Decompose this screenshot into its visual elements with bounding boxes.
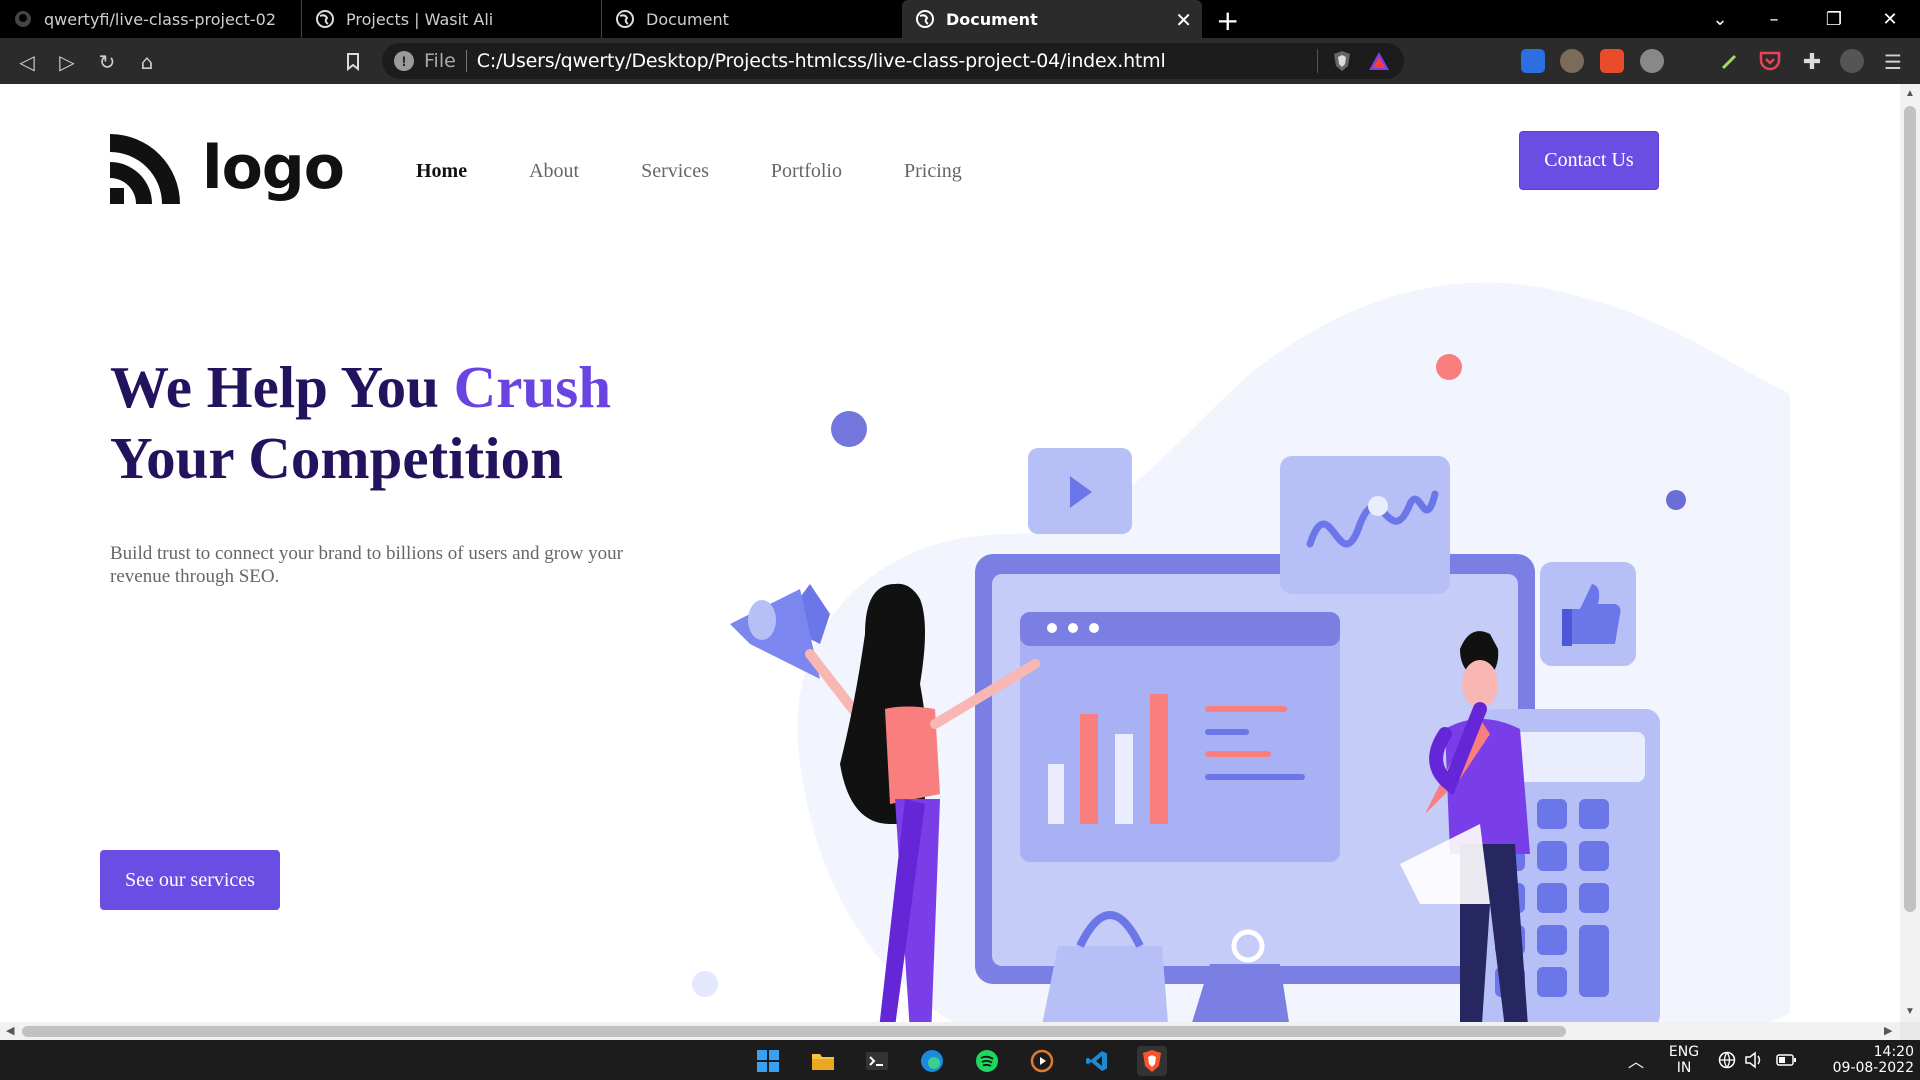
edge-icon[interactable]: [917, 1046, 947, 1076]
minimize-icon[interactable]: –: [1756, 0, 1792, 38]
hero-title: We Help You Crush Your Competition: [110, 352, 750, 494]
divider: [1317, 49, 1318, 73]
new-tab-button[interactable]: +: [1216, 4, 1239, 37]
bookmark-icon[interactable]: [340, 49, 366, 75]
color-picker-icon[interactable]: [1718, 49, 1742, 73]
vertical-scroll-thumb[interactable]: [1904, 106, 1916, 912]
clock-time: 14:20: [1873, 1044, 1914, 1060]
browser-tab-active[interactable]: Document ✕: [902, 0, 1202, 38]
clock[interactable]: 14:20 09-08-2022: [1810, 1044, 1914, 1076]
volume-icon[interactable]: [1744, 1040, 1764, 1080]
clock-date: 09-08-2022: [1832, 1060, 1914, 1076]
vertical-scrollbar[interactable]: ▲ ▼: [1900, 84, 1920, 1022]
tab-title: Document: [946, 9, 1038, 29]
back-icon[interactable]: ◁: [14, 49, 40, 75]
browser-tab[interactable]: Document: [602, 0, 902, 38]
main-nav: Home About Services Portfolio Pricing: [416, 160, 1024, 183]
wappalyzer-icon[interactable]: [1640, 49, 1664, 73]
hero-illustration: [692, 282, 1790, 1022]
address-bar[interactable]: ! File C:/Users/qwerty/Desktop/Projects-…: [382, 43, 1404, 79]
menu-icon[interactable]: ☰: [1880, 49, 1906, 75]
nav-pricing[interactable]: Pricing: [904, 160, 962, 183]
tab-title: qwertyfi/live-class-project-02: [44, 9, 277, 29]
region-code: IN: [1676, 1060, 1692, 1076]
brave-rewards-icon[interactable]: [1368, 51, 1390, 76]
language-indicator[interactable]: ENG IN: [1666, 1044, 1702, 1076]
see-services-button[interactable]: See our services: [100, 850, 280, 910]
show-hidden-icons-chevron-icon[interactable]: ︿: [1628, 1040, 1644, 1080]
globe-icon: [616, 10, 634, 28]
scroll-down-arrow-icon[interactable]: ▼: [1904, 1006, 1916, 1018]
vscode-icon[interactable]: [1082, 1046, 1112, 1076]
nav-home[interactable]: Home: [416, 160, 467, 183]
contact-us-button[interactable]: Contact Us: [1519, 131, 1659, 190]
globe-icon: [916, 10, 934, 28]
logo-mark-icon: [110, 134, 180, 204]
browser-toolbar: ◁ ▷ ↻ ⌂ ! File C:/Users/qwerty/Desktop/P…: [0, 38, 1920, 84]
tab-title: Projects | Wasit Ali: [346, 9, 494, 29]
close-window-icon[interactable]: ✕: [1872, 0, 1908, 38]
github-icon: [14, 10, 32, 28]
profile-icon[interactable]: [1840, 49, 1864, 73]
browser-tab[interactable]: qwertyfi/live-class-project-02: [0, 0, 302, 38]
media-player-icon[interactable]: [1027, 1046, 1057, 1076]
terminal-icon[interactable]: [862, 1046, 892, 1076]
tab-title: Document: [646, 9, 729, 29]
hero-title-accent: Crush: [453, 354, 612, 420]
hero-title-part2: Your Competition: [110, 425, 563, 491]
logo-text: logo: [202, 133, 345, 203]
site-info-icon[interactable]: !: [394, 51, 414, 71]
browser-tab[interactable]: Projects | Wasit Ali: [302, 0, 602, 38]
pocket-icon[interactable]: [1758, 49, 1782, 73]
network-icon[interactable]: [1718, 1040, 1736, 1080]
home-icon[interactable]: ⌂: [134, 49, 160, 75]
close-tab-icon[interactable]: ✕: [1175, 8, 1192, 32]
forward-icon[interactable]: ▷: [54, 49, 80, 75]
hero-subtitle: Build trust to connect your brand to bil…: [110, 543, 623, 587]
site-logo[interactable]: logo: [110, 132, 345, 204]
language-code: ENG: [1668, 1044, 1700, 1060]
url-scheme-label: File: [424, 50, 456, 72]
nav-portfolio[interactable]: Portfolio: [771, 160, 842, 183]
battery-icon[interactable]: [1776, 1040, 1796, 1080]
privacy-badger-icon[interactable]: [1560, 49, 1584, 73]
url-text[interactable]: C:/Users/qwerty/Desktop/Projects-htmlcss…: [477, 50, 1166, 72]
divider: [465, 50, 467, 72]
hero-title-part1: We Help You: [110, 354, 454, 420]
restore-icon[interactable]: ❐: [1816, 0, 1852, 38]
reload-icon[interactable]: ↻: [94, 49, 120, 75]
scroll-right-arrow-icon[interactable]: ▶: [1884, 1024, 1892, 1037]
browser-tab-strip: qwertyfi/live-class-project-02 Projects …: [0, 0, 1920, 38]
extensions-puzzle-icon[interactable]: ✚: [1800, 49, 1824, 74]
horizontal-scrollbar[interactable]: ◀ ▶: [0, 1022, 1900, 1040]
scroll-up-arrow-icon[interactable]: ▲: [1904, 88, 1916, 100]
scroll-left-arrow-icon[interactable]: ◀: [6, 1024, 14, 1037]
brave-shield-icon[interactable]: [1332, 50, 1352, 77]
os-taskbar: ︿ ENG IN 14:20 09-08-2022: [0, 1040, 1920, 1080]
windows-start-icon[interactable]: [753, 1046, 783, 1076]
todoist-icon[interactable]: [1600, 49, 1624, 73]
globe-icon: [316, 10, 334, 28]
horizontal-scroll-thumb[interactable]: [22, 1026, 1566, 1037]
nav-about[interactable]: About: [529, 160, 579, 183]
tab-search-chevron-icon[interactable]: ⌄: [1702, 0, 1738, 38]
nav-services[interactable]: Services: [641, 160, 709, 183]
file-explorer-icon[interactable]: [808, 1046, 838, 1076]
scroll-corner: [1900, 1022, 1920, 1040]
brave-icon[interactable]: [1137, 1046, 1167, 1076]
spotify-icon[interactable]: [972, 1046, 1002, 1076]
web-page: logo Home About Services Portfolio Prici…: [0, 84, 1900, 1022]
bitwarden-icon[interactable]: [1521, 49, 1545, 73]
